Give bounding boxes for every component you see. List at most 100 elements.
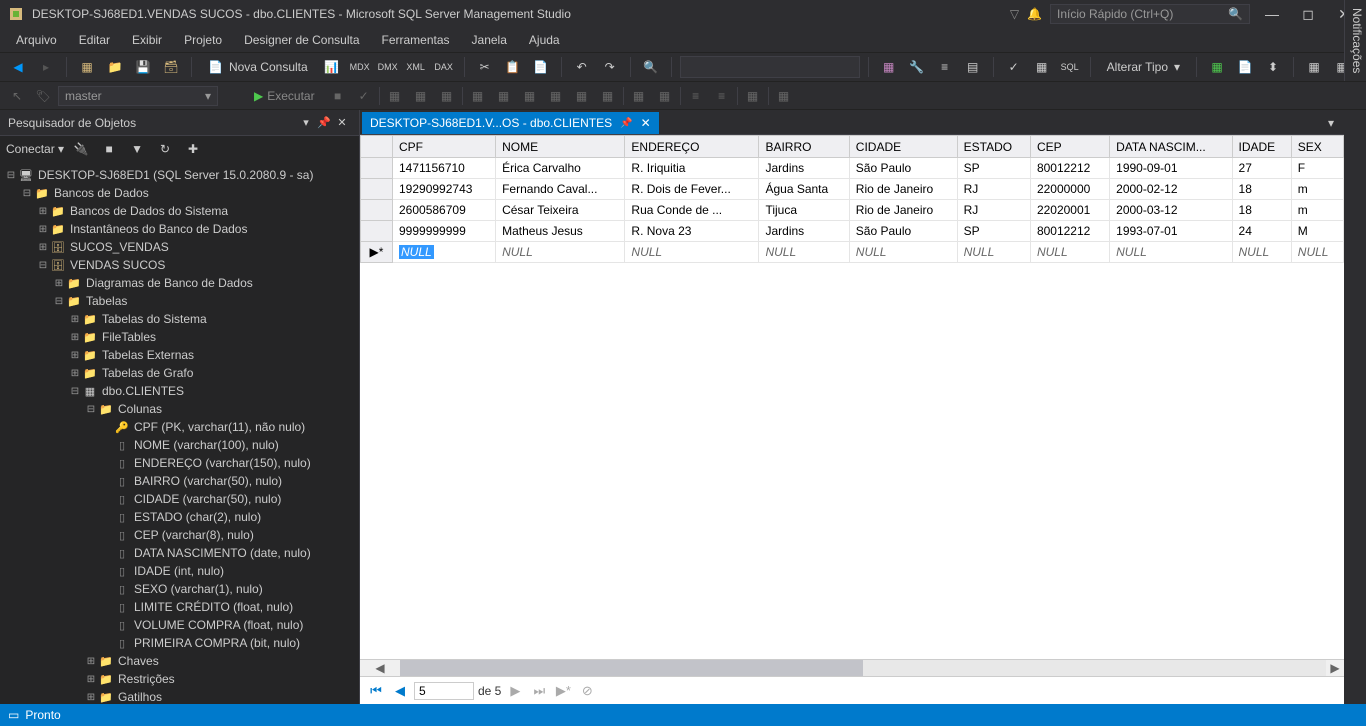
tree-item[interactable]: Instantâneos do Banco de Dados [70,222,247,236]
menu-ajuda[interactable]: Ajuda [519,30,570,50]
tree-databases[interactable]: Bancos de Dados [54,186,149,200]
expand-toggle[interactable]: ⊞ [84,674,98,685]
cell[interactable]: R. Dois de Fever... [625,179,759,200]
cell[interactable]: RJ [957,179,1030,200]
cell[interactable]: NULL [1232,242,1291,263]
cell[interactable]: 22020001 [1030,200,1109,221]
cell[interactable]: NULL [957,242,1030,263]
tree-item[interactable]: Colunas [118,402,162,416]
cell[interactable]: NULL [1030,242,1109,263]
cell[interactable]: NULL [496,242,625,263]
col-bairro[interactable]: BAIRRO [759,136,849,158]
tree-column[interactable]: SEXO (varchar(1), nulo) [134,582,263,596]
mdx-icon[interactable]: MDX [348,55,372,79]
cell[interactable]: 2000-02-12 [1110,179,1232,200]
tree-item[interactable]: Tabelas do Sistema [102,312,207,326]
add-table-icon[interactable]: ▦ [1205,55,1229,79]
t3-icon[interactable]: ▦ [436,85,458,107]
maximize-button[interactable]: ◻ [1294,4,1322,24]
dmx-icon[interactable]: DMX [376,55,400,79]
cell[interactable]: NULL [759,242,849,263]
paste-icon[interactable]: 📄 [529,55,553,79]
t7-icon[interactable]: ▦ [545,85,567,107]
expand-toggle[interactable]: ⊞ [68,314,82,325]
cell[interactable]: 18 [1232,179,1291,200]
nav-position-input[interactable] [414,682,474,700]
new-query-button[interactable]: 📄 Nova Consulta [200,55,316,79]
sql-pane-icon[interactable]: ≡ [933,55,957,79]
change-type-button[interactable]: Alterar Tipo ▾ [1099,55,1188,79]
t11-icon[interactable]: ▦ [654,85,676,107]
col-endereco[interactable]: ENDEREÇO [625,136,759,158]
cell[interactable]: Érica Carvalho [496,158,625,179]
menu-projeto[interactable]: Projeto [174,30,232,50]
t13-icon[interactable]: ≡ [711,85,733,107]
expand-toggle[interactable]: ⊟ [84,404,98,415]
cell[interactable]: NULL [1110,242,1232,263]
col-cidade[interactable]: CIDADE [849,136,957,158]
cell[interactable]: 1471156710 [393,158,496,179]
undo-icon[interactable]: ↶ [570,55,594,79]
cell[interactable]: F [1291,158,1343,179]
expand-toggle[interactable]: ⊞ [36,242,50,253]
col-estado[interactable]: ESTADO [957,136,1030,158]
expand-toggle[interactable]: ⊟ [68,386,82,397]
tree-server[interactable]: DESKTOP-SJ68ED1 (SQL Server 15.0.2080.9 … [38,168,313,182]
tree-column[interactable]: ENDEREÇO (varchar(150), nulo) [134,456,311,470]
t9-icon[interactable]: ▦ [597,85,619,107]
cell[interactable]: 27 [1232,158,1291,179]
cell[interactable]: 24 [1232,221,1291,242]
tree-item[interactable]: FileTables [102,330,156,344]
redo-icon[interactable]: ↷ [598,55,622,79]
cell[interactable]: Rua Conde de ... [625,200,759,221]
cell[interactable]: NULL [849,242,957,263]
tree-column[interactable]: CEP (varchar(8), nulo) [134,528,254,542]
sort-icon[interactable]: ⬍ [1261,55,1285,79]
database-combo[interactable]: master ▾ [58,86,218,106]
cell[interactable]: R. Iriquitia [625,158,759,179]
options-icon[interactable]: ▾ [297,114,315,132]
cell[interactable]: NULL [1291,242,1343,263]
cell[interactable]: César Teixeira [496,200,625,221]
cell[interactable]: Matheus Jesus [496,221,625,242]
new-project-icon[interactable]: ▦ [75,55,99,79]
table-row[interactable]: 19290992743 Fernando Caval... R. Dois de… [361,179,1344,200]
nav-last-button[interactable]: ⏭ [529,681,549,701]
expand-toggle[interactable]: ⊞ [68,350,82,361]
db-engine-icon[interactable]: 📊 [320,55,344,79]
col-cep[interactable]: CEP [1030,136,1109,158]
cell[interactable]: SP [957,158,1030,179]
horizontal-scrollbar[interactable]: ◀ ▶ [360,659,1344,676]
save-all-icon[interactable]: 🗃 [159,55,183,79]
t10-icon[interactable]: ▦ [628,85,650,107]
tree-column[interactable]: LIMITE CRÉDITO (float, nulo) [134,600,293,614]
tree-column[interactable]: ESTADO (char(2), nulo) [134,510,261,524]
tree-column[interactable]: BAIRRO (varchar(50), nulo) [134,474,282,488]
solution-combo[interactable] [680,56,860,78]
pointer-icon[interactable]: ↖ [6,85,28,107]
cell[interactable]: SP [957,221,1030,242]
cut-icon[interactable]: ✂ [473,55,497,79]
cell[interactable]: 1993-07-01 [1110,221,1232,242]
t1-icon[interactable]: ▦ [384,85,406,107]
filter-icon[interactable]: ▽ [1010,7,1019,21]
tree-item[interactable]: Chaves [118,654,159,668]
menu-janela[interactable]: Janela [462,30,517,50]
xmla-icon[interactable]: XML [404,55,428,79]
pin-icon[interactable]: 📌 [315,114,333,132]
new-row[interactable]: ▶* NULL NULL NULL NULL NULL NULL NULL NU… [361,242,1344,263]
tree-item[interactable]: Gatilhos [118,690,162,704]
col-nome[interactable]: NOME [496,136,625,158]
plus-icon[interactable]: ✚ [182,138,204,160]
cell[interactable]: Tijuca [759,200,849,221]
tree-item[interactable]: SUCOS_VENDAS [70,240,169,254]
cell[interactable]: Jardins [759,221,849,242]
table-row[interactable]: 2600586709 César Teixeira Rua Conde de .… [361,200,1344,221]
cell[interactable]: NULL [393,242,496,263]
close-tab-icon[interactable]: ✕ [641,116,651,130]
results-pane-icon[interactable]: ▤ [961,55,985,79]
cell[interactable]: 2600586709 [393,200,496,221]
misc-icon-1[interactable]: ▦ [1302,55,1326,79]
cell[interactable]: 18 [1232,200,1291,221]
t8-icon[interactable]: ▦ [571,85,593,107]
